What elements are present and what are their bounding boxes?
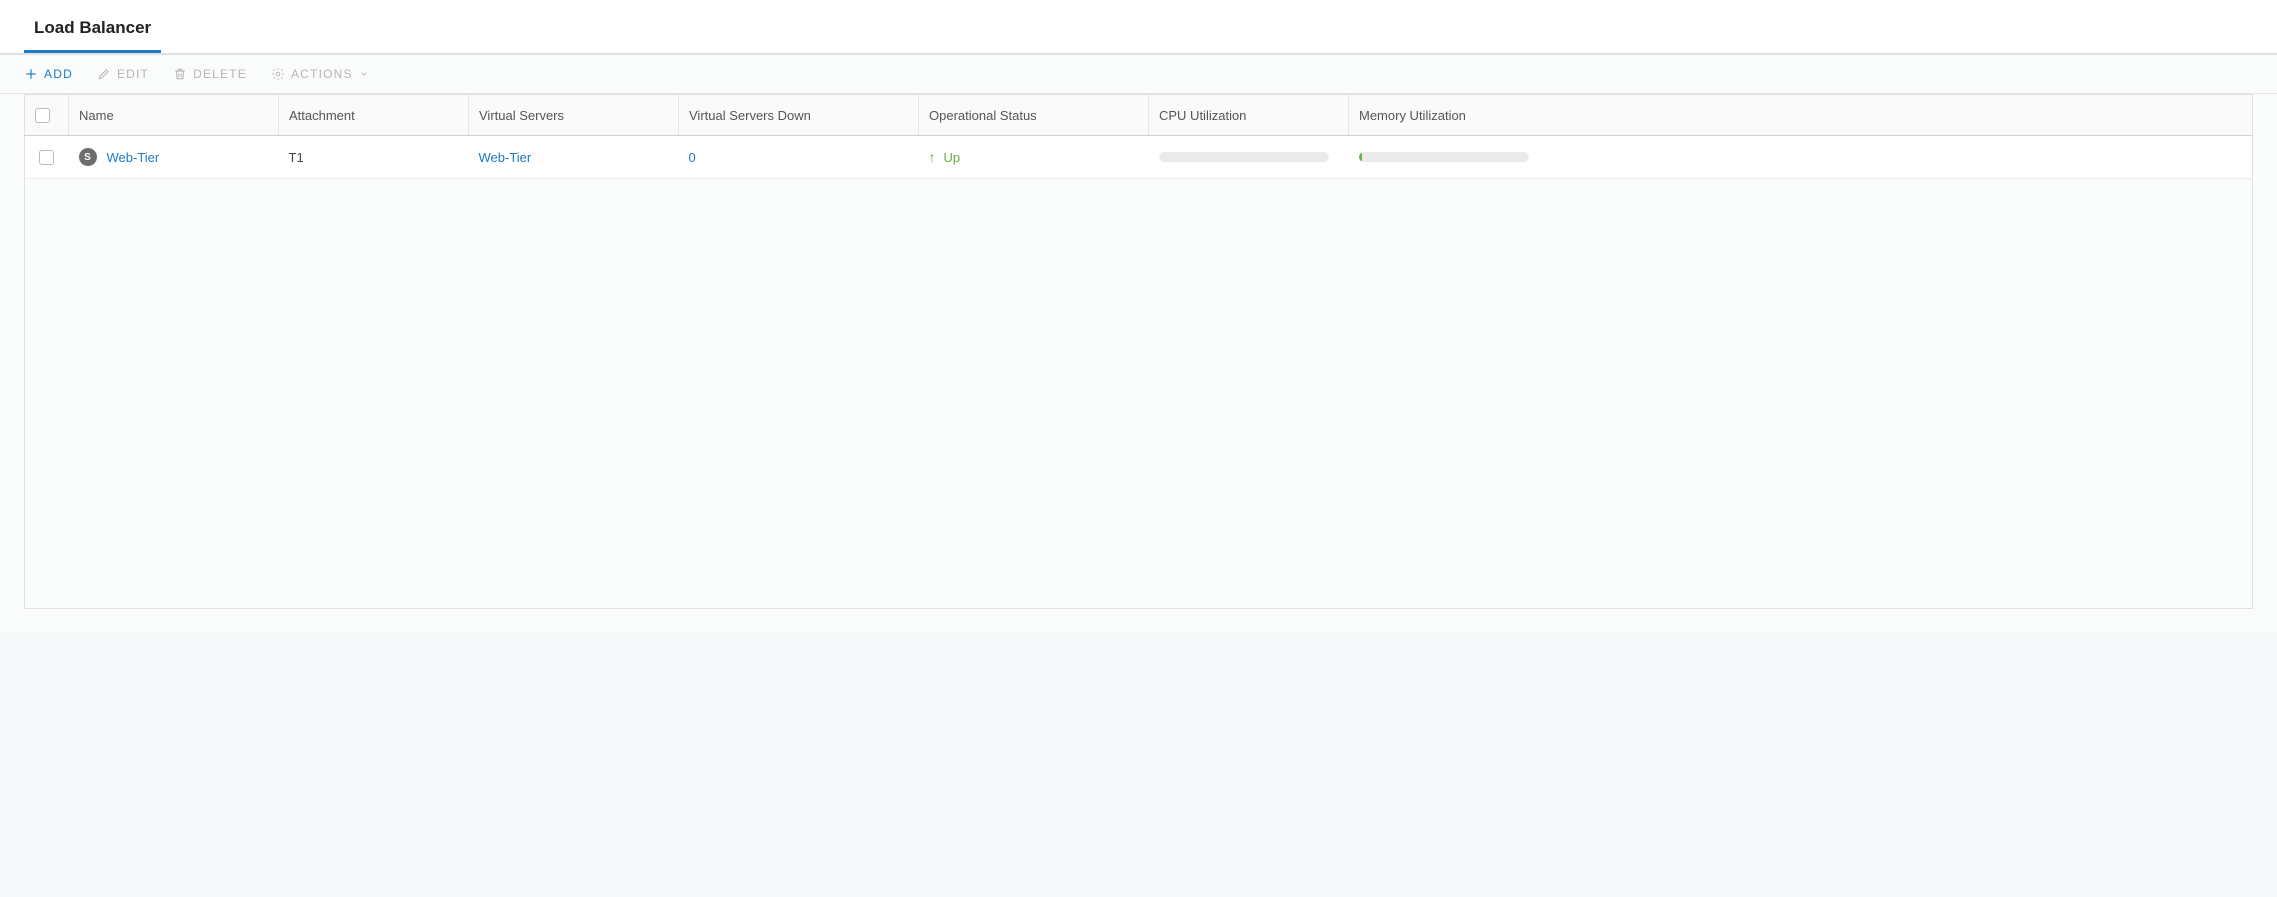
table-header-row: Name Attachment Virtual Servers Virtual … bbox=[25, 95, 2253, 136]
col-virtual-servers[interactable]: Virtual Servers bbox=[469, 95, 679, 136]
cpu-bar bbox=[1159, 152, 1329, 162]
edit-button: EDIT bbox=[97, 67, 149, 81]
edit-label: EDIT bbox=[117, 67, 149, 81]
col-memory-utilization[interactable]: Memory Utilization bbox=[1349, 95, 2253, 136]
plus-icon bbox=[24, 67, 38, 81]
col-operational-status[interactable]: Operational Status bbox=[919, 95, 1149, 136]
col-cpu-utilization[interactable]: CPU Utilization bbox=[1149, 95, 1349, 136]
col-virtual-servers-down[interactable]: Virtual Servers Down bbox=[679, 95, 919, 136]
arrow-up-icon: ↑ bbox=[929, 150, 936, 164]
delete-label: DELETE bbox=[193, 67, 247, 81]
delete-button: DELETE bbox=[173, 67, 247, 81]
load-balancer-table: Name Attachment Virtual Servers Virtual … bbox=[24, 94, 2253, 609]
tab-bar: Load Balancer bbox=[0, 0, 2277, 54]
pencil-icon bbox=[97, 67, 111, 81]
row-name-link[interactable]: Web-Tier bbox=[107, 150, 160, 165]
tab-load-balancer[interactable]: Load Balancer bbox=[24, 0, 161, 53]
size-badge: S bbox=[79, 148, 97, 166]
add-button[interactable]: ADD bbox=[24, 67, 73, 81]
memory-bar-fill bbox=[1359, 152, 1362, 162]
row-checkbox[interactable] bbox=[39, 150, 54, 165]
actions-button: ACTIONS bbox=[271, 67, 369, 81]
toolbar: ADD EDIT DELETE ACTIONS bbox=[0, 55, 2277, 94]
row-virtual-servers-down-link[interactable]: 0 bbox=[679, 136, 919, 179]
col-attachment[interactable]: Attachment bbox=[279, 95, 469, 136]
row-virtual-servers-link[interactable]: Web-Tier bbox=[469, 136, 679, 179]
actions-label: ACTIONS bbox=[291, 67, 353, 81]
select-all-checkbox[interactable] bbox=[35, 108, 50, 123]
gear-icon bbox=[271, 67, 285, 81]
table-row[interactable]: S Web-Tier T1 Web-Tier 0 ↑ Up bbox=[25, 136, 2253, 179]
memory-bar bbox=[1359, 152, 1529, 162]
row-attachment: T1 bbox=[279, 136, 469, 179]
add-label: ADD bbox=[44, 67, 73, 81]
chevron-down-icon bbox=[359, 69, 369, 79]
row-status: Up bbox=[944, 150, 961, 165]
trash-icon bbox=[173, 67, 187, 81]
col-name[interactable]: Name bbox=[69, 95, 279, 136]
